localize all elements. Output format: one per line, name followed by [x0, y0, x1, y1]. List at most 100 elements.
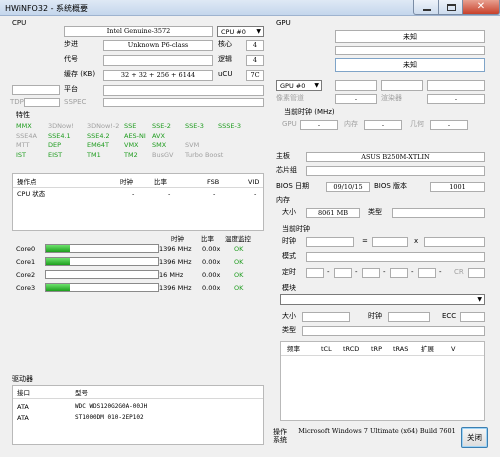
- mem-mult-value: [372, 237, 408, 247]
- module-timing-col-header: 扩展: [421, 345, 434, 353]
- mem-eq: =: [362, 237, 368, 245]
- sspec-value: [103, 98, 264, 107]
- feature-flag: MMX: [16, 122, 32, 130]
- core-header-clock: 时钟: [171, 235, 184, 243]
- module-timing-col-header: tCL: [321, 345, 332, 353]
- cache-label: 缓存 (KB): [64, 70, 96, 78]
- mod-clock-label: 时钟: [368, 312, 382, 320]
- close-button[interactable]: 关闭: [461, 427, 488, 448]
- core-load-fill: [46, 284, 70, 291]
- close-window-button[interactable]: ✕: [462, 0, 500, 15]
- features-label: 特性: [16, 111, 30, 119]
- module-timing-col-header: tRCD: [343, 345, 360, 353]
- gpu-name: 未知: [335, 30, 485, 43]
- motherboard-value: ASUS B250M-XTLIN: [306, 152, 485, 162]
- maximize-button[interactable]: [438, 0, 463, 15]
- cores-label: 核心: [218, 40, 232, 48]
- drive-row-model: WDC WDS120G2G0A-00JH: [75, 403, 148, 410]
- window-title: HWiNFO32 - 系统概要: [5, 4, 89, 13]
- codename-label: 代号: [64, 55, 78, 63]
- core-ratio: 0.00x: [202, 284, 221, 292]
- core-list: Core0 1396 MHz 0.00x OK Core1 1396 MHz 0.00x OK…: [16, 244, 266, 296]
- shaders-value: -: [427, 94, 485, 104]
- drive-row-model: ST1000DM 010-2EP102: [75, 414, 144, 421]
- op-row-fsb: -: [213, 190, 216, 198]
- gpu-info-3: [427, 80, 485, 91]
- minimize-button[interactable]: [413, 0, 439, 15]
- mod-size-value: [302, 312, 350, 322]
- mem-type-value: [392, 208, 485, 218]
- core-header-ratio: 比率: [201, 235, 214, 243]
- feature-flag: AVX: [152, 131, 165, 140]
- cpu-model: Intel Genuine-3572: [64, 26, 213, 37]
- feature-flag: SVM: [185, 141, 200, 149]
- feature-flag: BusGV: [152, 150, 174, 159]
- module-timing-table[interactable]: 频率 tCL tRCD tRP tRAS 扩展 V: [280, 341, 485, 421]
- logical-label: 逻辑: [218, 55, 232, 63]
- feature-flag: AES-NI: [124, 131, 146, 140]
- gpu-info-2: [381, 80, 423, 91]
- module-timing-col-header: tRP: [371, 345, 382, 353]
- feature-flag: MTT: [16, 141, 30, 149]
- mem-timing-row-label: 定时: [282, 268, 296, 276]
- cpu-extra-box: [12, 85, 60, 95]
- module-timing-col-header: tRAS: [393, 345, 409, 353]
- core-status: OK: [234, 284, 244, 292]
- core-name: Core0: [16, 245, 36, 253]
- feature-flag: EIST: [48, 150, 63, 159]
- module-selector[interactable]: ▼: [280, 294, 485, 305]
- drives-table[interactable]: 接口 型号 ATA WDC WDS120G2G0A-00JH ATA ST100…: [12, 385, 264, 445]
- gpu-subname: [335, 46, 485, 55]
- shaders-label: 渲染器: [381, 94, 402, 102]
- cpu-selector[interactable]: CPU #0 ▼: [217, 26, 264, 37]
- mod-size-label: 大小: [282, 312, 296, 320]
- timing-dash: -: [355, 268, 358, 276]
- ecc-label: ECC: [442, 312, 457, 320]
- mem-mode-label: 模式: [282, 252, 296, 260]
- tdp-value: [24, 98, 60, 107]
- feature-flag: DEP: [48, 141, 62, 149]
- op-header-ratio: 比率: [154, 178, 167, 186]
- core-row: Core2 16 MHz 0.00x OK: [16, 270, 266, 280]
- feature-flag: SSE: [124, 122, 137, 130]
- chipset-label: 芯片组: [276, 166, 297, 174]
- feature-flag: TM2: [124, 150, 138, 159]
- gpu-selector[interactable]: GPU #0 ▼: [276, 80, 322, 91]
- core-status: OK: [234, 271, 244, 279]
- drives-header-interface: 接口: [17, 389, 30, 397]
- core-row: Core3 1396 MHz 0.00x OK: [16, 283, 266, 293]
- timing-dash: -: [439, 268, 442, 276]
- drives-header-model: 型号: [75, 389, 88, 397]
- codename-value: [103, 55, 213, 66]
- core-clock: 1396 MHz: [159, 245, 192, 253]
- os-value: Microsoft Windows 7 Ultimate (x64) Build…: [298, 427, 456, 435]
- module-label: 模块: [282, 284, 296, 292]
- core-ratio: 0.00x: [202, 245, 221, 253]
- timing-box: [306, 268, 324, 278]
- feature-flag: TM1: [87, 150, 101, 159]
- pixel-pipes-value: -: [335, 94, 377, 104]
- core-name: Core1: [16, 258, 36, 266]
- mem-type-label: 类型: [368, 208, 382, 216]
- mem-x: x: [414, 237, 419, 245]
- memory-section-label: 内存: [276, 196, 290, 204]
- chevron-down-icon: ▼: [314, 82, 319, 89]
- gpu-clock-value: -: [300, 120, 338, 130]
- core-clock: 1396 MHz: [159, 284, 192, 292]
- feature-flag: IST: [16, 150, 27, 159]
- drives-section-label: 驱动器: [12, 375, 33, 383]
- chevron-down-icon: ▼: [256, 28, 261, 35]
- geom-clock-value: -: [430, 120, 468, 130]
- chipset-value: [306, 166, 485, 176]
- feature-flag: SSE4.2: [87, 131, 110, 140]
- mem-timings: - - - - - CR: [306, 268, 486, 278]
- core-name: Core2: [16, 271, 36, 279]
- mod-type-value: [302, 326, 485, 336]
- feature-flag: 3DNow!-2: [87, 122, 120, 130]
- stepping-value: Unknown P6-class: [103, 40, 213, 51]
- current-clock-label: 当前时钟 (MHz): [284, 108, 335, 116]
- mod-type-label: 类型: [282, 326, 296, 334]
- feature-flag: VMX: [124, 141, 139, 149]
- gpu-selector-value: GPU #0: [280, 82, 306, 90]
- logical-value: 4: [246, 55, 264, 66]
